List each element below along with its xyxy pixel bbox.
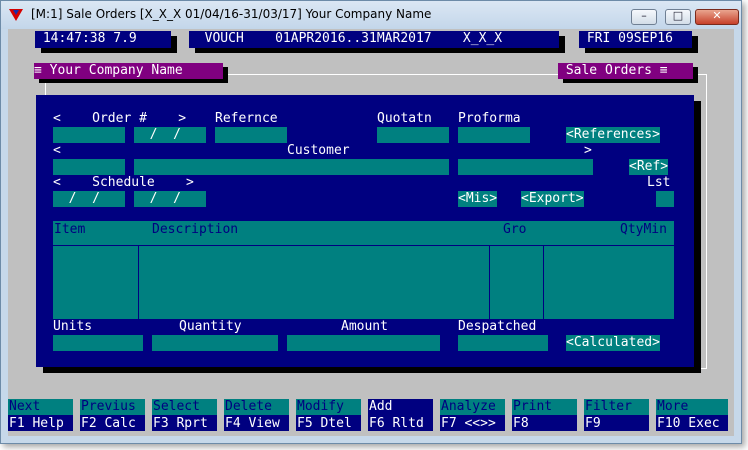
- fkey-action-label: Analyze: [440, 399, 505, 415]
- fkey-action-label: Modify: [296, 399, 361, 415]
- grid-column-divider: [138, 245, 139, 319]
- ref-button[interactable]: <Ref>: [629, 159, 669, 175]
- fkey-key-label: F2 Calc: [80, 415, 145, 431]
- grid-header-description[interactable]: Description: [152, 222, 238, 238]
- grid-header-divider: [53, 245, 674, 246]
- mis-button[interactable]: <Mis>: [458, 191, 498, 207]
- units-field[interactable]: [53, 335, 143, 351]
- references-button[interactable]: <References>: [566, 127, 660, 143]
- fkey-delete[interactable]: Delete F4 View: [224, 399, 289, 432]
- window-title: [M:1] Sale Orders [X_X_X 01/04/16-31/03/…: [31, 7, 432, 21]
- reference-field[interactable]: [215, 127, 287, 143]
- maximize-button[interactable]: □: [665, 9, 691, 25]
- fkey-key-label: F10 Exec: [656, 415, 728, 431]
- grid-header-qtymin[interactable]: QtyMin: [620, 222, 667, 238]
- customer-extra-field[interactable]: [458, 159, 593, 175]
- customer-code-field[interactable]: [53, 159, 125, 175]
- export-button[interactable]: <Export>: [521, 191, 584, 207]
- sale-order-form: < Order # > Refernce Quotatn Proforma / …: [36, 95, 694, 367]
- grid-header-gro[interactable]: Gro: [503, 222, 526, 238]
- schedule-to-field[interactable]: / /: [134, 191, 206, 207]
- fkey-action-label: Delete: [224, 399, 289, 415]
- calculated-button[interactable]: <Calculated>: [566, 335, 660, 351]
- close-button[interactable]: ✕: [695, 9, 739, 25]
- fkey-key-label: F3 Rprt: [152, 415, 217, 431]
- reference-label: Refernce: [215, 111, 278, 126]
- proforma-field[interactable]: [458, 127, 530, 143]
- fkey-action-label: Filter: [584, 399, 649, 415]
- customer-left-marker: <: [53, 143, 61, 158]
- quantity-field[interactable]: [152, 335, 278, 351]
- fkey-key-label: F1 Help: [8, 415, 73, 431]
- amount-field[interactable]: [287, 335, 440, 351]
- fkey-next[interactable]: Next F1 Help: [8, 399, 73, 432]
- order-number-field[interactable]: [53, 127, 125, 143]
- grid-header-item[interactable]: Item: [54, 222, 85, 238]
- maximize-icon: □: [672, 9, 684, 22]
- fkey-key-label: F8: [512, 415, 577, 431]
- fkey-key-label: F7 <<>>: [440, 415, 505, 431]
- title-bar[interactable]: [M:1] Sale Orders [X_X_X 01/04/16-31/03/…: [1, 1, 741, 29]
- fkey-modify[interactable]: Modify F5 Dtel: [296, 399, 361, 432]
- order-items-grid[interactable]: Item Description Gro QtyMin: [53, 221, 674, 319]
- fkey-key-label: F9: [584, 415, 649, 431]
- fkey-select[interactable]: Select F3 Rprt: [152, 399, 217, 432]
- grid-column-divider: [543, 245, 544, 319]
- close-icon: ✕: [712, 9, 722, 22]
- minimize-button[interactable]: –: [631, 9, 657, 25]
- customer-right-marker: >: [584, 143, 592, 158]
- quotation-label: Quotatn: [377, 111, 432, 126]
- current-date: FRI 09SEP16: [579, 31, 692, 48]
- module-header: Sale Orders ≡: [558, 63, 693, 79]
- company-name-header: ≡ Your Company Name: [34, 63, 223, 79]
- amount-label: Amount: [341, 319, 388, 334]
- fkey-print[interactable]: Print F8: [512, 399, 577, 432]
- fkey-action-label: Previus: [80, 399, 145, 415]
- fkey-action-label: Add: [368, 399, 433, 415]
- order-date-field[interactable]: / /: [134, 127, 206, 143]
- application-window: [M:1] Sale Orders [X_X_X 01/04/16-31/03/…: [0, 0, 742, 444]
- fkey-analyze[interactable]: Analyze F7 <<>>: [440, 399, 505, 432]
- schedule-from-field[interactable]: / /: [53, 191, 125, 207]
- fkey-add[interactable]: Add F6 Rltd: [368, 399, 433, 432]
- terminal-client-area: 14:47:38 7.9 VOUCH 01APR2016..31MAR2017 …: [8, 29, 734, 436]
- proforma-label: Proforma: [458, 111, 521, 126]
- fkey-action-label: More: [656, 399, 728, 415]
- fkey-key-label: F6 Rltd: [368, 415, 433, 431]
- fkey-action-label: Print: [512, 399, 577, 415]
- quotation-field[interactable]: [377, 127, 449, 143]
- despatched-label: Despatched: [458, 319, 537, 334]
- fkey-key-label: F4 View: [224, 415, 289, 431]
- fkey-action-label: Select: [152, 399, 217, 415]
- clock-version: 14:47:38 7.9: [35, 31, 171, 48]
- minimize-icon: –: [641, 9, 647, 22]
- fkey-key-label: F5 Dtel: [296, 415, 361, 431]
- customer-label: Customer: [287, 143, 350, 158]
- schedule-label: < Schedule >: [53, 175, 194, 190]
- grid-column-divider: [489, 245, 490, 319]
- despatched-field[interactable]: [458, 335, 548, 351]
- fkey-action-label: Next: [8, 399, 73, 415]
- lst-field[interactable]: [656, 191, 674, 207]
- fkey-filter[interactable]: Filter F9: [584, 399, 649, 432]
- quantity-label: Quantity: [179, 319, 242, 334]
- app-logo-icon[interactable]: [9, 9, 23, 21]
- lst-label: Lst: [647, 175, 671, 190]
- order-number-label: < Order # >: [53, 111, 187, 126]
- voucher-period-bar: VOUCH 01APR2016..31MAR2017 X_X_X: [189, 31, 559, 48]
- fkey-more[interactable]: More F10 Exec: [656, 399, 728, 432]
- fkey-previous[interactable]: Previus F2 Calc: [80, 399, 145, 432]
- units-label: Units: [53, 319, 93, 334]
- customer-name-field[interactable]: [134, 159, 449, 175]
